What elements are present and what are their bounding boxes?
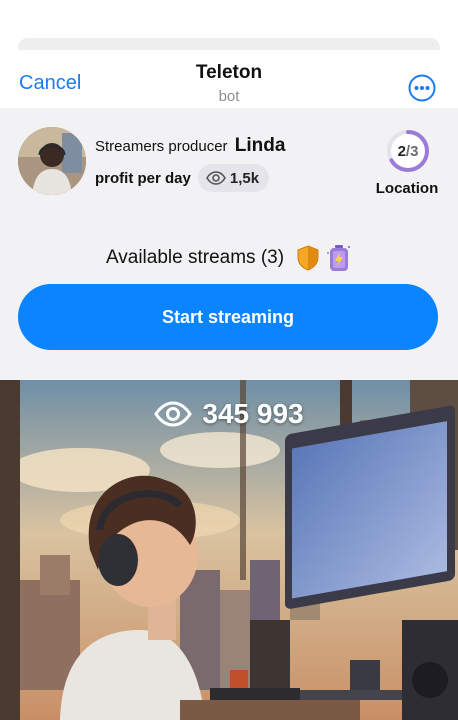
progress-text: 2/3: [386, 129, 430, 173]
sheet-drag-bar: [18, 38, 440, 50]
header: Cancel Teleton bot: [0, 50, 458, 108]
profit-badge: 1,5k: [197, 164, 270, 192]
producer-line: Streamers producer Linda: [95, 135, 285, 157]
eye-icon: [205, 171, 226, 185]
title-block: Teleton bot: [0, 62, 458, 105]
producer-panel: Streamers producer Linda profit per day …: [0, 108, 458, 380]
more-options-button[interactable]: [408, 74, 436, 102]
location-label: Location: [375, 180, 439, 197]
available-streams-row: Available streams (3): [0, 243, 458, 273]
start-streaming-button[interactable]: Start streaming: [18, 284, 438, 350]
avatar-image: [18, 127, 86, 195]
progress-total: /3: [405, 142, 419, 160]
more-horizontal-circle-icon: [408, 74, 436, 102]
views-counter: 345 993: [0, 398, 458, 430]
progress-current: 2: [397, 142, 406, 160]
views-count: 345 993: [202, 398, 304, 429]
producer-role: Streamers producer: [95, 138, 228, 155]
page-subtitle: bot: [218, 88, 240, 105]
producer-name: Linda: [234, 135, 286, 156]
streamer-scene: 345 993: [0, 380, 458, 720]
eye-icon: [154, 401, 193, 427]
page-title: Teleton: [195, 62, 263, 83]
profit-label: profit per day: [95, 169, 191, 187]
energy-battery-icon: [327, 245, 351, 271]
avatar[interactable]: [18, 127, 86, 195]
location-progress[interactable]: 2/3: [386, 129, 430, 173]
streamer-illustration: [0, 380, 458, 720]
shield-icon: [297, 245, 319, 271]
available-streams-label: Available streams (3): [105, 247, 285, 268]
profit-value: 1,5k: [229, 169, 260, 187]
profit-line: profit per day 1,5k: [95, 164, 270, 192]
